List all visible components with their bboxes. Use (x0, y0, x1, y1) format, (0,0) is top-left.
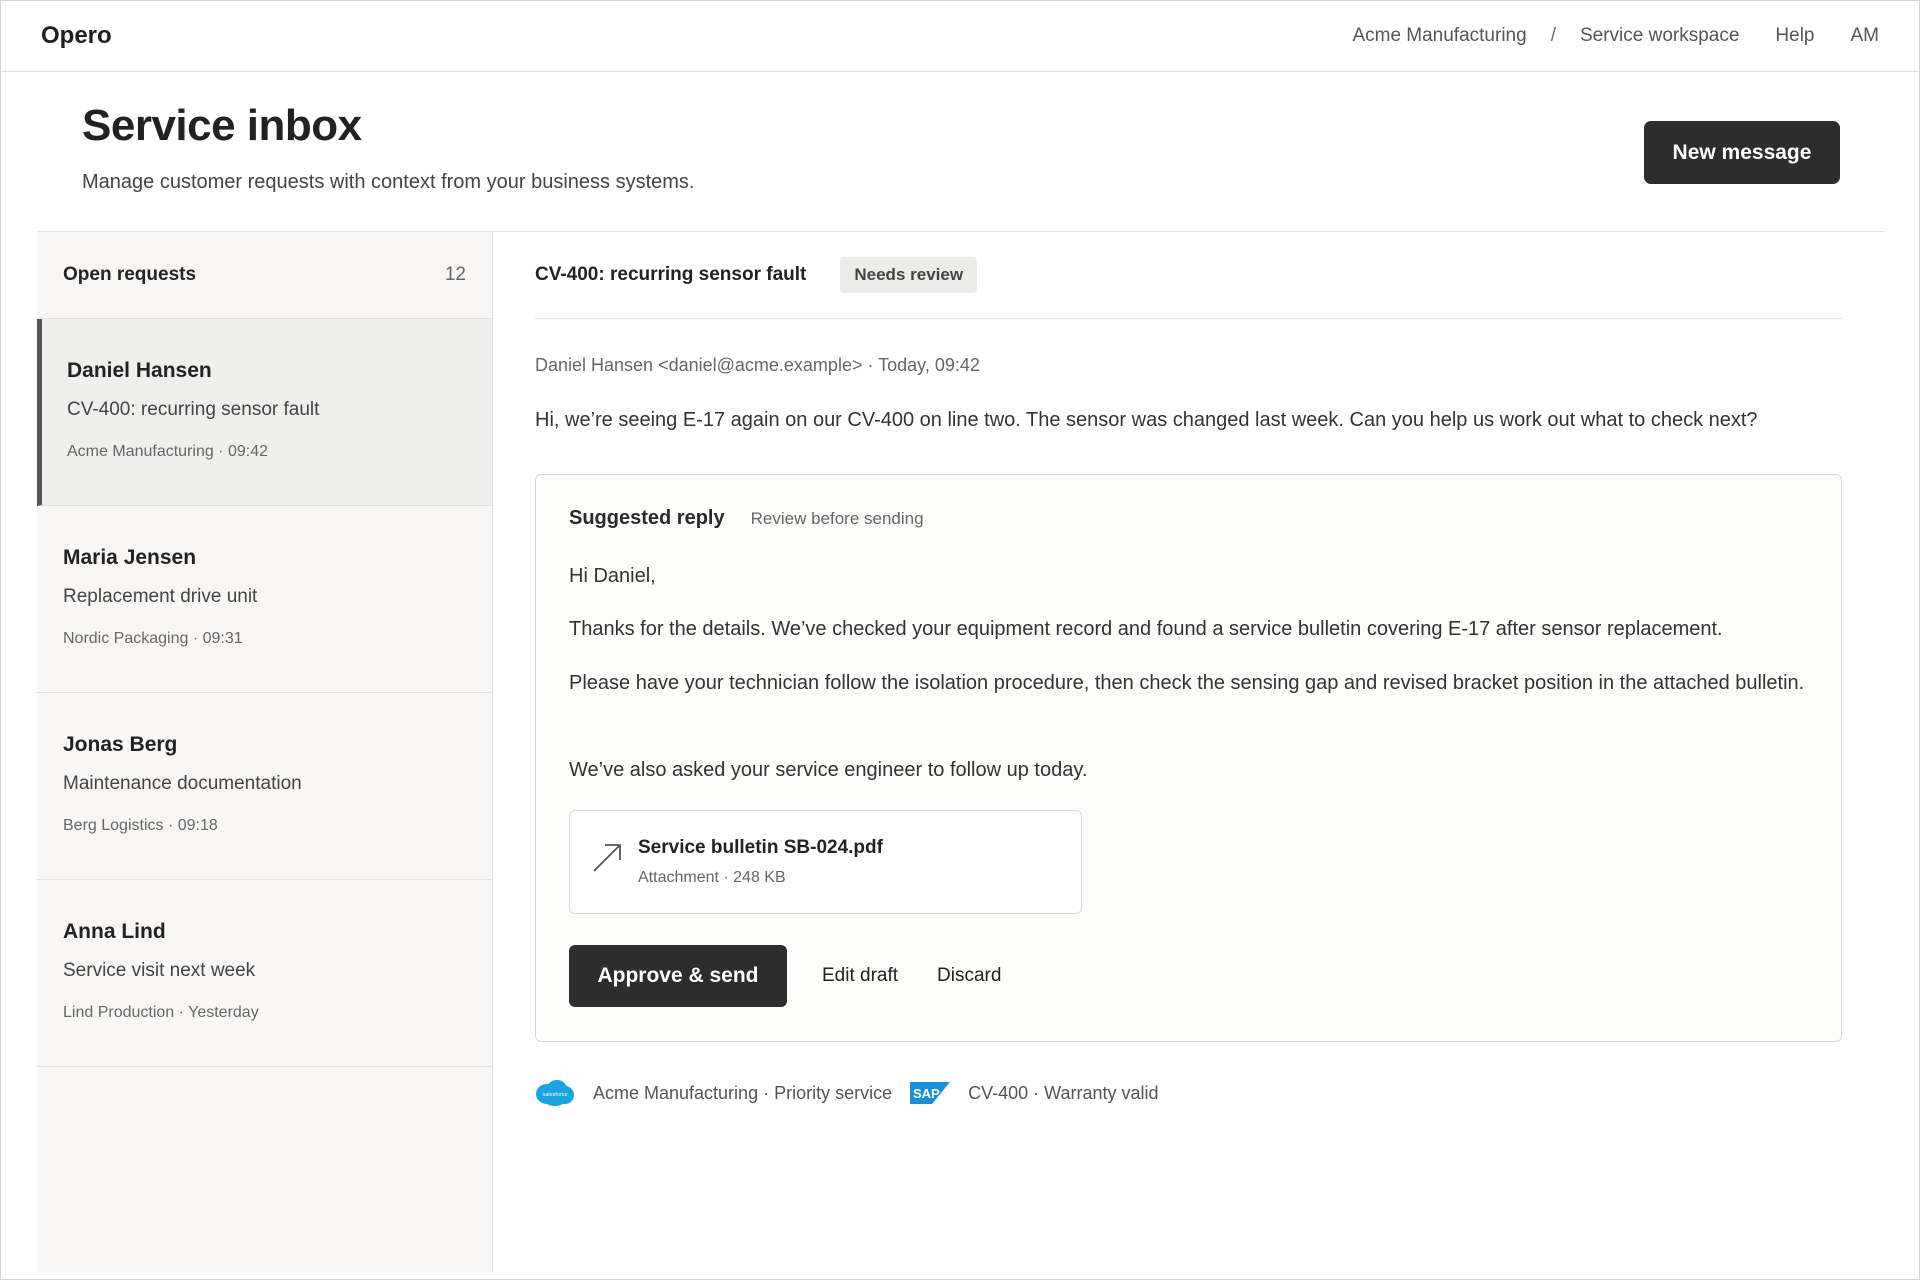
edit-draft-button[interactable]: Edit draft (822, 965, 898, 987)
request-name: Maria Jensen (63, 546, 197, 569)
request-name: Jonas Berg (63, 733, 178, 756)
request-subject: CV-400: recurring sensor fault (67, 399, 320, 420)
request-list: Open requests 12 Daniel Hansen CV-400: r… (37, 232, 493, 1272)
external-link-arrow-icon (593, 844, 621, 872)
sender-line: Daniel Hansen <daniel@acme.example> · To… (535, 355, 980, 375)
page-subtitle: Manage customer requests with context fr… (82, 171, 695, 193)
workspace-link[interactable]: Service workspace (1580, 25, 1739, 47)
message-subject: CV-400: recurring sensor fault (535, 264, 807, 285)
new-message-button[interactable]: New message (1644, 121, 1840, 184)
request-item-jonas-berg[interactable]: Jonas Berg Maintenance documentation Ber… (37, 693, 492, 880)
status-badge: Needs review (840, 257, 978, 293)
sap-logo-text: SAP (913, 1086, 940, 1101)
attachment-card[interactable]: Service bulletin SB-024.pdf Attachment ·… (569, 810, 1082, 914)
salesforce-logo-icon: salesforce (536, 1080, 574, 1106)
customer-context: salesforce Acme Manufacturing · Priority… (535, 1079, 1159, 1107)
message-header: CV-400: recurring sensor fault Needs rev… (535, 232, 1842, 319)
org-link[interactable]: Acme Manufacturing (1352, 25, 1526, 47)
request-subject: Service visit next week (63, 960, 256, 981)
top-nav: Acme Manufacturing / Service workspace H… (1352, 25, 1879, 47)
request-item-anna-lind[interactable]: Anna Lind Service visit next week Lind P… (37, 880, 492, 1067)
suggested-reply-note: Review before sending (750, 509, 924, 528)
crm-context-text: Acme Manufacturing · Priority service (593, 1082, 893, 1103)
approve-send-button[interactable]: Approve & send (569, 945, 787, 1007)
app-frame: Opero Acme Manufacturing / Service works… (0, 0, 1920, 1280)
reply-paragraph-1: Thanks for the details. We’ve checked yo… (569, 618, 1723, 640)
brand-logo[interactable]: Opero (41, 22, 112, 50)
reply-greeting: Hi Daniel, (569, 565, 656, 587)
breadcrumb-separator: / (1550, 25, 1556, 46)
request-item-daniel-hansen[interactable]: Daniel Hansen CV-400: recurring sensor f… (37, 319, 492, 506)
request-meta: Acme Manufacturing · 09:42 (67, 443, 268, 460)
request-subject: Maintenance documentation (63, 773, 302, 794)
user-avatar[interactable]: AM (1851, 25, 1880, 47)
message-detail: CV-400: recurring sensor fault Needs rev… (494, 232, 1894, 1272)
request-meta: Lind Production · Yesterday (63, 1004, 259, 1021)
attachment-meta: Attachment · 248 KB (638, 869, 786, 886)
reply-paragraph-2: Please have your technician follow the i… (569, 672, 1805, 694)
suggested-reply-card: Suggested reply Review before sending Hi… (535, 474, 1842, 1042)
salesforce-logo-text: salesforce (542, 1092, 567, 1098)
help-link[interactable]: Help (1775, 25, 1814, 47)
request-subject: Replacement drive unit (63, 586, 258, 607)
suggested-reply-title: Suggested reply (569, 507, 725, 529)
request-meta: Nordic Packaging · 09:31 (63, 630, 243, 647)
request-list-title: Open requests (63, 264, 197, 285)
top-bar: Opero Acme Manufacturing / Service works… (1, 1, 1919, 72)
request-name: Daniel Hansen (67, 359, 212, 382)
request-name: Anna Lind (63, 920, 166, 943)
discard-button[interactable]: Discard (937, 965, 1001, 987)
message-body: Hi, we’re seeing E-17 again on our CV-40… (535, 409, 1758, 431)
request-list-header: Open requests 12 (37, 232, 492, 319)
request-meta: Berg Logistics · 09:18 (63, 817, 218, 834)
page-title: Service inbox (82, 101, 362, 150)
reply-paragraph-3: We’ve also asked your service engineer t… (569, 759, 1088, 781)
erp-context-text: CV-400 · Warranty valid (968, 1082, 1159, 1103)
attachment-name: Service bulletin SB-024.pdf (638, 837, 883, 858)
sap-logo-icon: SAP (910, 1082, 951, 1104)
request-count: 12 (444, 264, 466, 285)
request-item-maria-jensen[interactable]: Maria Jensen Replacement drive unit Nord… (37, 506, 492, 693)
reply-actions: Approve & send Edit draft Discard (569, 945, 1001, 1007)
suggested-reply-header: Suggested reply Review before sending (569, 507, 924, 530)
